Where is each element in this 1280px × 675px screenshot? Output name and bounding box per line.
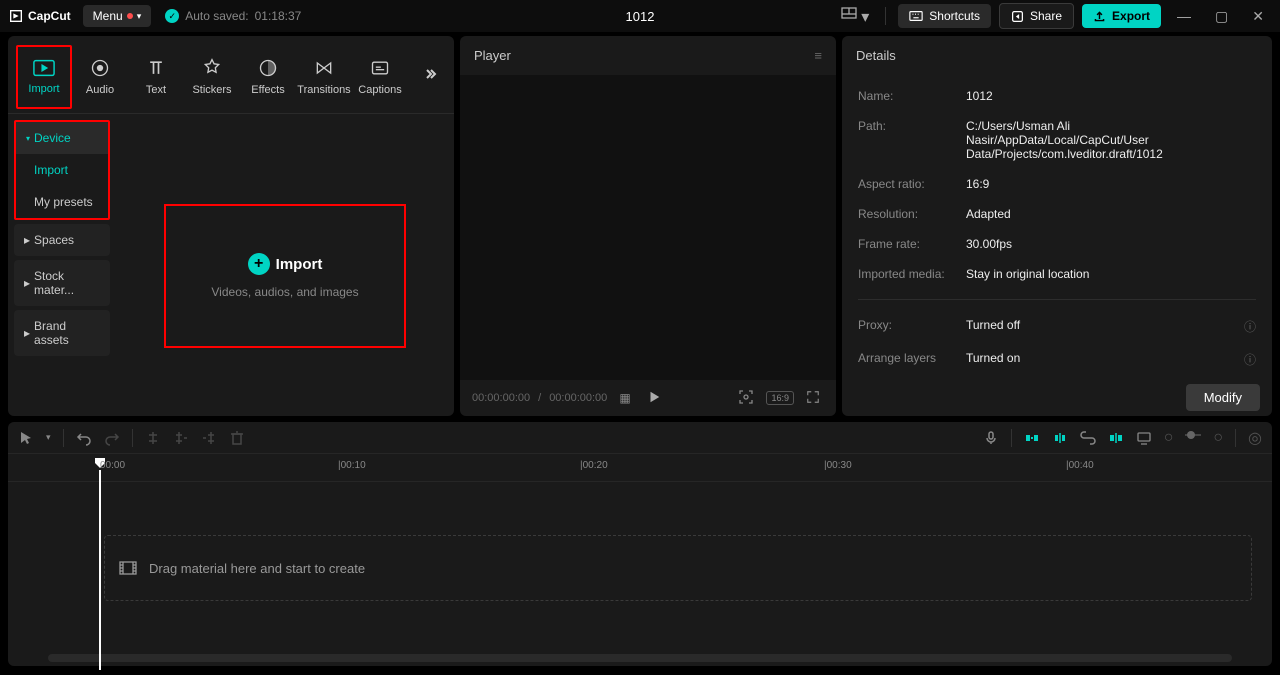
player-menu-icon[interactable]: ≡ xyxy=(814,48,822,63)
autosave-status: ✓ Auto saved: 01:18:37 xyxy=(165,9,301,23)
maximize-button[interactable]: ▢ xyxy=(1207,8,1236,25)
trim-left-tool[interactable] xyxy=(173,430,189,446)
zoom-slider[interactable] xyxy=(1185,430,1201,446)
tab-stickers[interactable]: Stickers xyxy=(184,45,240,109)
tab-effects[interactable]: Effects xyxy=(240,45,296,109)
plus-icon: + xyxy=(248,253,270,275)
tab-import[interactable]: Import xyxy=(16,45,72,109)
layout-icon[interactable]: ▾ xyxy=(837,2,873,31)
split-tool[interactable] xyxy=(145,430,161,446)
play-button[interactable] xyxy=(647,390,661,407)
detail-fps-label: Frame rate: xyxy=(858,237,966,251)
detail-resolution-value: Adapted xyxy=(966,207,1256,221)
zoom-fit-icon[interactable]: ◎ xyxy=(1248,428,1262,448)
preview-icon[interactable] xyxy=(1136,430,1152,446)
zoom-in-icon[interactable]: ○ xyxy=(1213,429,1223,447)
time-separator: / xyxy=(538,392,541,404)
details-title: Details xyxy=(842,36,1272,75)
trim-right-tool[interactable] xyxy=(201,430,217,446)
tab-text[interactable]: Text xyxy=(128,45,184,109)
undo-button[interactable] xyxy=(76,430,92,446)
ruler-tick: 00:00 xyxy=(100,460,125,471)
detail-proxy-label: Proxy: xyxy=(858,318,966,335)
cursor-tool[interactable] xyxy=(18,430,34,446)
player-scan-icon[interactable] xyxy=(734,387,758,410)
film-icon xyxy=(119,561,137,575)
snap-icon[interactable] xyxy=(1108,430,1124,446)
media-panel: Import Audio Text Stickers Effects Trans… xyxy=(8,36,454,416)
details-panel: Details Name:1012 Path:C:/Users/Usman Al… xyxy=(842,36,1272,416)
detail-name-label: Name: xyxy=(858,89,966,103)
sidebar-presets[interactable]: My presets xyxy=(16,186,108,218)
sidebar-import[interactable]: Import xyxy=(16,154,108,186)
detail-layers-value: Turned on xyxy=(966,351,1244,368)
timeline-dropzone[interactable]: Drag material here and start to create xyxy=(104,535,1252,601)
tab-audio[interactable]: Audio xyxy=(72,45,128,109)
timeline-drop-hint: Drag material here and start to create xyxy=(149,561,365,576)
check-icon: ✓ xyxy=(165,9,179,23)
mic-icon[interactable] xyxy=(983,430,999,446)
zoom-out-icon[interactable]: ○ xyxy=(1164,429,1174,447)
close-button[interactable]: ✕ xyxy=(1244,8,1272,25)
player-ratio-badge[interactable]: 16:9 xyxy=(766,391,794,405)
detail-path-value: C:/Users/Usman Ali Nasir/AppData/Local/C… xyxy=(966,119,1256,161)
timeline-panel: ▾ ○ ○ ◎ 00:00 |00:10 |00:20 |00:30 |00:4… xyxy=(8,422,1272,666)
player-fullscreen-icon[interactable] xyxy=(802,388,824,409)
tab-captions[interactable]: Captions xyxy=(352,45,408,109)
import-dropzone[interactable]: +Import Videos, audios, and images xyxy=(164,204,406,348)
project-title: 1012 xyxy=(626,9,655,24)
share-button[interactable]: Share xyxy=(999,3,1074,29)
info-icon[interactable]: ⓘ xyxy=(1244,318,1256,335)
player-panel: Player ≡ 00:00:00:00 / 00:00:00:00 ▦ 16:… xyxy=(460,36,836,416)
cursor-dropdown-icon[interactable]: ▾ xyxy=(46,432,51,443)
detail-fps-value: 30.00fps xyxy=(966,237,1256,251)
timeline-scrollbar[interactable] xyxy=(48,654,1232,662)
magnet-center-icon[interactable] xyxy=(1052,430,1068,446)
player-viewport[interactable] xyxy=(460,75,836,380)
player-grid-icon[interactable]: ▦ xyxy=(615,389,634,407)
modify-button[interactable]: Modify xyxy=(1186,384,1260,411)
app-logo: CapCut xyxy=(8,8,71,24)
detail-aspect-value: 16:9 xyxy=(966,177,1256,191)
detail-proxy-value: Turned off xyxy=(966,318,1244,335)
detail-aspect-label: Aspect ratio: xyxy=(858,177,966,191)
sidebar-spaces[interactable]: ▸Spaces xyxy=(14,224,110,256)
ruler-tick: |00:20 xyxy=(580,460,608,471)
player-title: Player xyxy=(474,48,511,63)
player-time-current: 00:00:00:00 xyxy=(472,392,530,404)
sidebar-stock[interactable]: ▸Stock mater... xyxy=(14,260,110,306)
shortcuts-button[interactable]: Shortcuts xyxy=(898,4,991,28)
delete-tool[interactable] xyxy=(229,430,245,446)
info-icon[interactable]: ⓘ xyxy=(1244,351,1256,368)
ruler-tick: |00:10 xyxy=(338,460,366,471)
timeline-ruler[interactable]: 00:00 |00:10 |00:20 |00:30 |00:40 xyxy=(8,454,1272,482)
export-button[interactable]: Export xyxy=(1082,4,1161,28)
ruler-tick: |00:40 xyxy=(1066,460,1094,471)
magnet-left-icon[interactable] xyxy=(1024,430,1040,446)
player-time-total: 00:00:00:00 xyxy=(549,392,607,404)
ruler-tick: |00:30 xyxy=(824,460,852,471)
tab-transitions[interactable]: Transitions xyxy=(296,45,352,109)
detail-imported-value: Stay in original location xyxy=(966,267,1256,281)
minimize-button[interactable]: — xyxy=(1169,8,1199,24)
detail-name-value: 1012 xyxy=(966,89,1256,103)
link-icon[interactable] xyxy=(1080,430,1096,446)
sidebar-brand[interactable]: ▸Brand assets xyxy=(14,310,110,356)
import-subtext: Videos, audios, and images xyxy=(211,285,358,299)
tabs-overflow-icon[interactable] xyxy=(414,58,446,95)
redo-button[interactable] xyxy=(104,430,120,446)
sidebar-device[interactable]: ▾Device xyxy=(16,122,108,154)
detail-layers-label: Arrange layers xyxy=(858,351,966,368)
detail-imported-label: Imported media: xyxy=(858,267,966,281)
menu-button[interactable]: Menu▾ xyxy=(83,5,152,27)
detail-resolution-label: Resolution: xyxy=(858,207,966,221)
detail-path-label: Path: xyxy=(858,119,966,161)
